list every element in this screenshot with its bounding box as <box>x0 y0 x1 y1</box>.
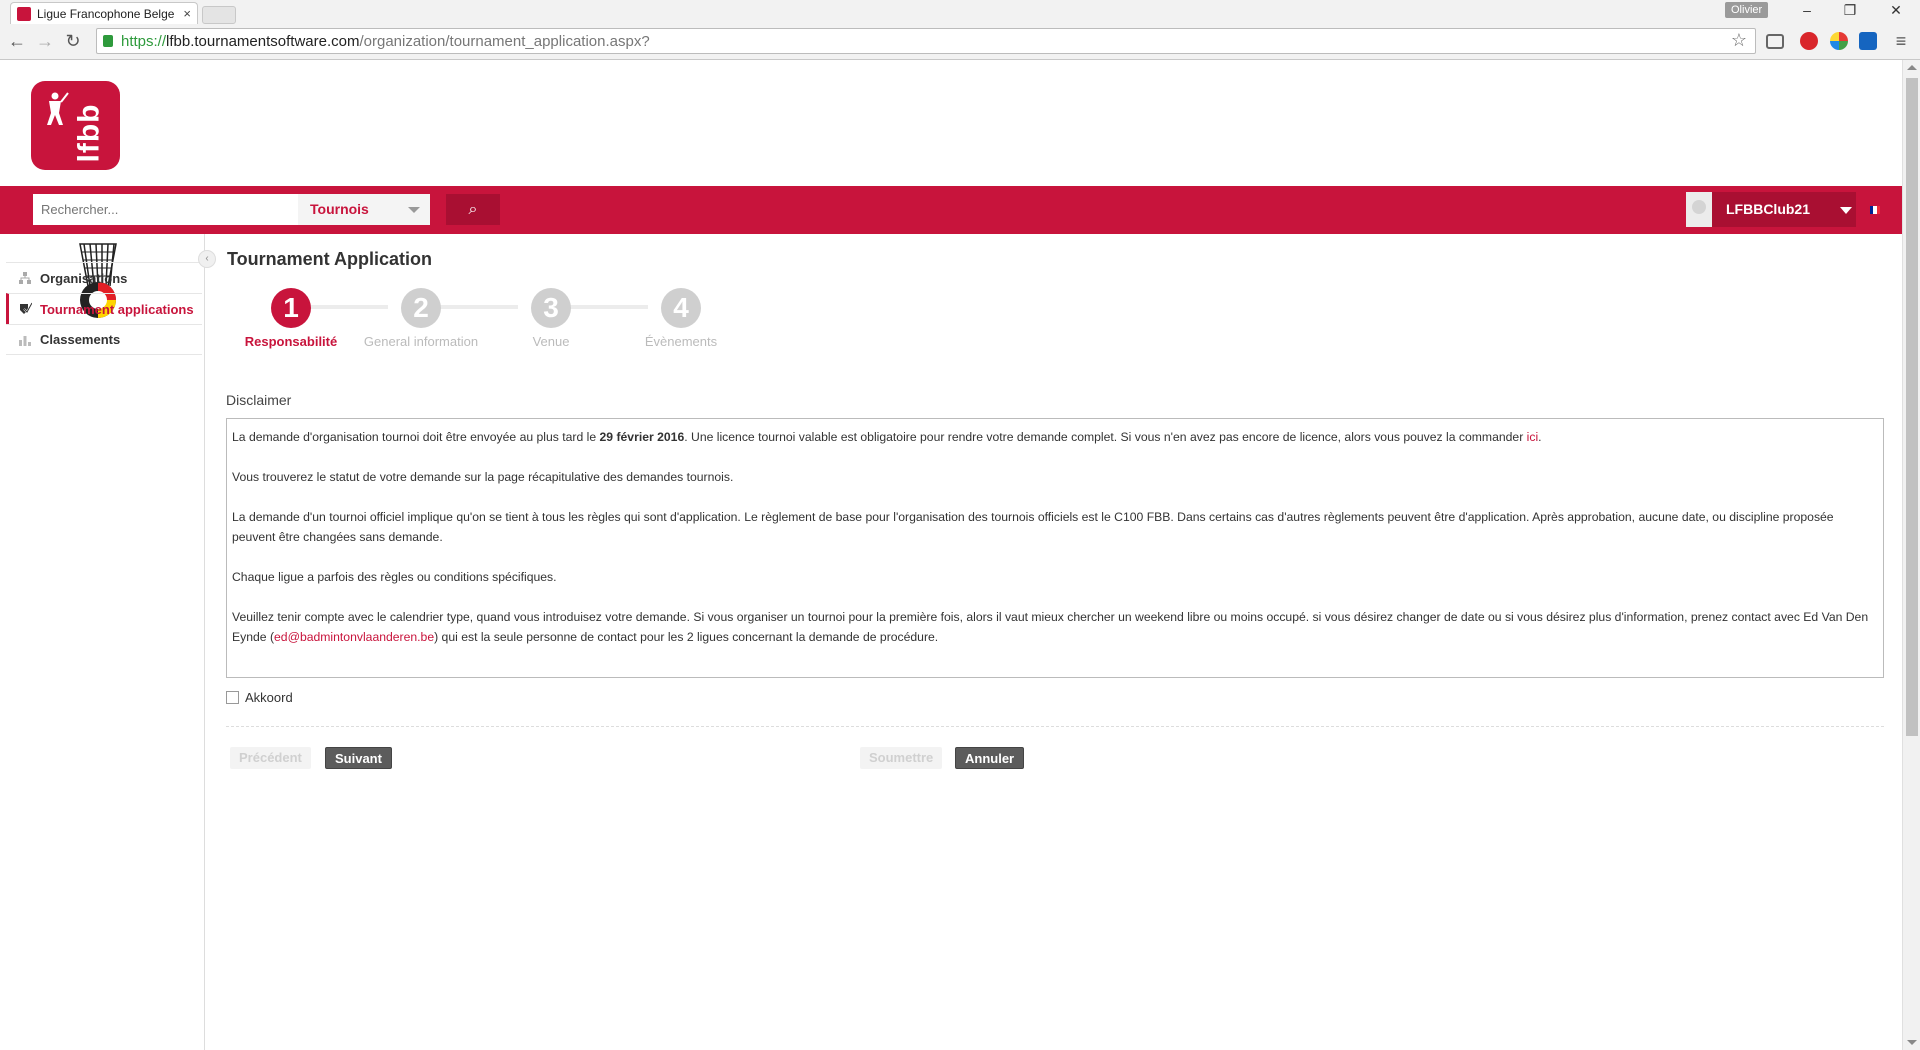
step-3-label[interactable]: Venue <box>476 334 626 349</box>
restore-icon[interactable]: ❐ <box>1840 2 1860 19</box>
shield-check-icon <box>20 302 32 314</box>
disclaimer-text: . Une licence tournoi valable est obliga… <box>684 430 1527 444</box>
sidebar: Organisations Tournament applications Cl… <box>0 234 205 1050</box>
scrollbar-thumb[interactable] <box>1906 78 1918 736</box>
step-1-circle[interactable]: 1 <box>271 288 311 328</box>
chevron-left-icon: ‹ <box>205 253 209 264</box>
user-menu[interactable]: LFBBClub21 <box>1686 192 1856 227</box>
browser-toolbar: ← → ↻ https:// lfbb.tournamentsoftware.c… <box>0 24 1920 60</box>
cancel-button[interactable]: Annuler <box>955 747 1025 769</box>
avatar <box>1686 192 1712 227</box>
search-icon: ⌕ <box>468 201 478 218</box>
sidebar-collapse-button[interactable]: ‹ <box>198 250 216 268</box>
badminton-player-icon <box>47 92 69 125</box>
disclaimer-text: La demande d'organisation tournoi doit ê… <box>232 430 600 444</box>
address-bar[interactable]: https:// lfbb.tournamentsoftware.com /or… <box>96 28 1756 54</box>
site-favicon-icon <box>17 6 31 21</box>
scroll-up-icon[interactable] <box>1907 65 1917 70</box>
tab-close-icon[interactable]: × <box>183 6 191 21</box>
lfbb-logo[interactable]: lfbb <box>31 81 120 170</box>
sidebar-item-label: Organisations <box>40 270 128 286</box>
search-button[interactable]: ⌕ <box>446 194 500 225</box>
star-icon[interactable]: ☆ <box>1731 30 1747 51</box>
deadline-date: 29 février 2016 <box>599 430 685 444</box>
step-2-label[interactable]: General information <box>346 334 496 349</box>
browser-tab[interactable]: Ligue Francophone Belge × <box>10 2 198 24</box>
disclaimer-heading: Disclaimer <box>226 392 292 408</box>
disclaimer-paragraph: Veuillez tenir compte avec le calendrier… <box>232 607 1878 647</box>
org-chart-icon <box>19 272 31 284</box>
logo-text: lfbb <box>72 103 106 163</box>
sidebar-item-label: Tournament applications <box>40 301 194 317</box>
site-navbar: Tournois ⌕ LFBBClub21 <box>0 186 1902 234</box>
new-tab-button[interactable] <box>202 6 236 24</box>
ranking-icon <box>19 335 31 346</box>
step-4-label[interactable]: Évènements <box>606 334 756 349</box>
page-scrollbar[interactable] <box>1902 60 1920 1050</box>
disclaimer-box: La demande d'organisation tournoi doit ê… <box>226 418 1884 678</box>
scroll-down-icon[interactable] <box>1907 1040 1917 1045</box>
cast-icon[interactable] <box>1766 34 1784 49</box>
search-scope-select[interactable]: Tournois <box>298 194 430 225</box>
sidebar-item-label: Classements <box>40 332 121 347</box>
reload-icon[interactable]: ↻ <box>62 30 84 52</box>
order-licence-link[interactable]: ici <box>1527 430 1539 444</box>
page-title: Tournament Application <box>227 249 432 269</box>
search-input[interactable] <box>33 194 298 225</box>
search-scope-value: Tournois <box>310 201 369 217</box>
profile-button[interactable]: Olivier <box>1725 2 1769 18</box>
step-2-circle[interactable]: 2 <box>401 288 441 328</box>
user-name: LFBBClub21 <box>1726 201 1810 217</box>
disclaimer-text: . <box>1538 430 1542 444</box>
menu-icon[interactable]: ≡ <box>1890 30 1912 52</box>
sidebar-item-tournament-applications[interactable]: Tournament applications <box>6 293 202 324</box>
disclaimer-text: ) qui est la seule personne de contact p… <box>434 630 939 644</box>
next-button[interactable]: Suivant <box>325 747 392 769</box>
site-header: lfbb <box>0 60 1902 186</box>
chevron-down-icon <box>408 207 420 213</box>
forward-icon[interactable]: → <box>34 30 56 52</box>
form-divider <box>226 726 1884 727</box>
agree-checkbox[interactable] <box>226 691 239 704</box>
opera-extension-icon[interactable] <box>1800 32 1818 50</box>
step-1-label[interactable]: Responsabilité <box>216 334 366 349</box>
color-extension-icon[interactable] <box>1830 32 1848 50</box>
submit-button[interactable]: Soumettre <box>860 747 943 769</box>
minimize-icon[interactable]: – <box>1797 2 1817 18</box>
disclaimer-paragraph: Vous trouverez le statut de votre demand… <box>232 470 734 484</box>
disclaimer-paragraph: Chaque ligue a parfois des règles ou con… <box>232 570 557 584</box>
url-path: /organization/tournament_application.asp… <box>359 32 650 50</box>
url-protocol: https:// <box>121 32 167 50</box>
contact-email-link[interactable]: ed@badmintonvlaanderen.be <box>274 630 434 644</box>
bookmark-extension-icon[interactable] <box>1859 32 1877 50</box>
agree-field[interactable]: Akkoord <box>226 690 293 705</box>
step-4-circle[interactable]: 4 <box>661 288 701 328</box>
chevron-down-icon <box>1840 207 1852 214</box>
sidebar-item-classements[interactable]: Classements <box>6 324 202 355</box>
french-flag-icon[interactable] <box>1870 206 1880 214</box>
lock-icon <box>103 35 113 47</box>
previous-button[interactable]: Précédent <box>230 747 311 769</box>
close-window-icon[interactable]: ✕ <box>1886 2 1906 19</box>
url-host: lfbb.tournamentsoftware.com <box>166 32 360 50</box>
step-3-circle[interactable]: 3 <box>531 288 571 328</box>
sidebar-item-organisations[interactable]: Organisations <box>6 262 202 293</box>
back-icon[interactable]: ← <box>6 30 28 52</box>
agree-label[interactable]: Akkoord <box>245 690 293 705</box>
disclaimer-paragraph: La demande d'un tournoi officiel impliqu… <box>232 510 1834 544</box>
browser-titlebar: Ligue Francophone Belge × Olivier – ❐ ✕ <box>0 0 1920 24</box>
tab-title: Ligue Francophone Belge <box>37 6 175 21</box>
disclaimer-paragraph: La demande d'organisation tournoi doit ê… <box>232 427 1878 447</box>
